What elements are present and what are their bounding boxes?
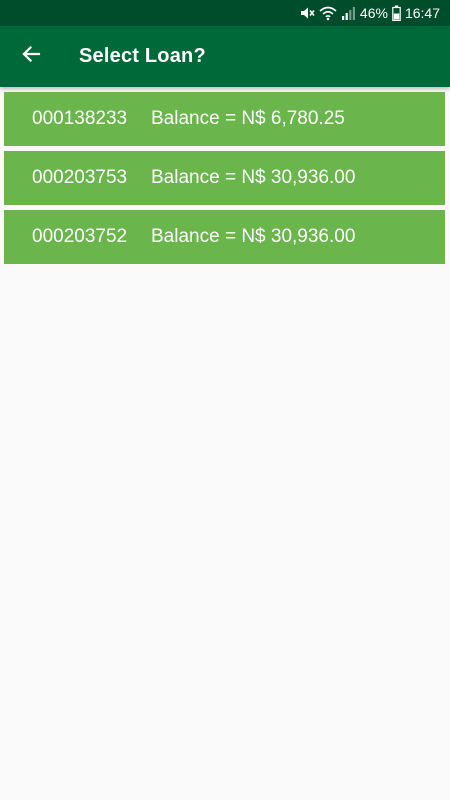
signal-icon — [341, 5, 355, 21]
loan-list: 000138233 Balance = N$ 6,780.25 00020375… — [4, 92, 445, 269]
app-bar: Select Loan? — [0, 26, 450, 87]
loan-number: 000203753 — [32, 167, 128, 188]
status-bar: 46% 16:47 — [0, 0, 450, 26]
mute-icon — [299, 5, 315, 21]
back-button[interactable] — [2, 28, 60, 86]
loan-item[interactable]: 000203753 Balance = N$ 30,936.00 — [4, 151, 445, 205]
loan-balance: Balance = N$ 30,936.00 — [151, 167, 356, 188]
loan-balance: Balance = N$ 30,936.00 — [151, 226, 356, 247]
loan-balance: Balance = N$ 6,780.25 — [151, 108, 345, 129]
arrow-left-icon — [21, 44, 41, 69]
page-title: Select Loan? — [79, 45, 206, 67]
battery-percentage: 46% — [359, 5, 388, 21]
battery-icon — [392, 5, 401, 21]
clock: 16:47 — [404, 5, 440, 21]
loan-item[interactable]: 000203752 Balance = N$ 30,936.00 — [4, 210, 445, 264]
loan-item[interactable]: 000138233 Balance = N$ 6,780.25 — [4, 92, 445, 146]
wifi-icon — [319, 5, 337, 21]
loan-number: 000138233 — [32, 108, 128, 129]
loan-number: 000203752 — [32, 226, 128, 247]
